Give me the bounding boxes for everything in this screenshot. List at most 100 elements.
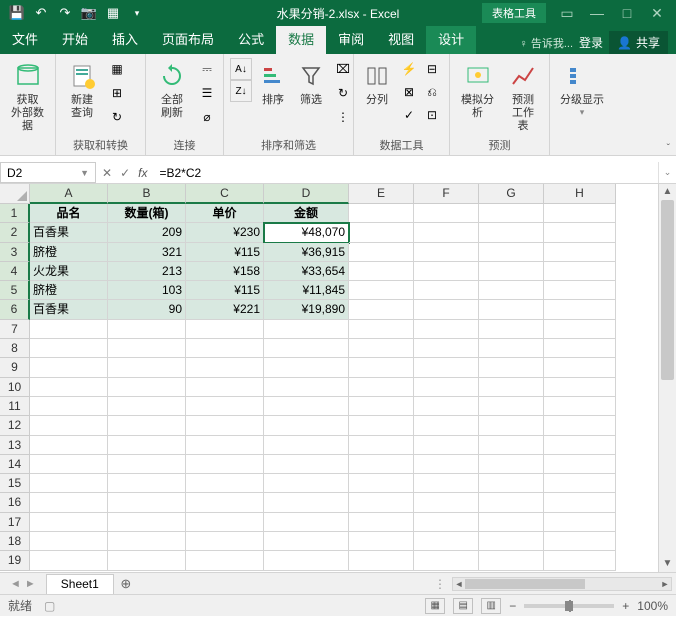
cell[interactable] bbox=[544, 474, 616, 493]
formula-input[interactable] bbox=[153, 162, 658, 183]
namebox-dropdown-icon[interactable]: ▼ bbox=[80, 168, 89, 178]
cell[interactable] bbox=[414, 455, 479, 474]
cell[interactable] bbox=[186, 436, 264, 455]
cell[interactable] bbox=[349, 243, 414, 262]
consolidate-icon[interactable]: ⊟ bbox=[421, 58, 443, 80]
maximize-icon[interactable]: □ bbox=[612, 0, 642, 26]
cell[interactable] bbox=[30, 455, 108, 474]
tell-me-search[interactable]: ♀ 告诉我... bbox=[520, 35, 573, 51]
cell[interactable] bbox=[544, 532, 616, 551]
sign-in-link[interactable]: 登录 bbox=[579, 34, 603, 51]
cell[interactable] bbox=[479, 532, 544, 551]
touch-mode-icon[interactable]: ▦ bbox=[102, 2, 124, 24]
cell[interactable]: 百香果 bbox=[30, 223, 108, 242]
cell[interactable] bbox=[30, 493, 108, 512]
cell[interactable]: ¥36,915 bbox=[264, 243, 349, 262]
cell[interactable] bbox=[414, 281, 479, 300]
cell[interactable]: ¥115 bbox=[186, 281, 264, 300]
cell[interactable] bbox=[479, 320, 544, 339]
cell[interactable] bbox=[349, 320, 414, 339]
cell[interactable] bbox=[544, 455, 616, 474]
horizontal-scrollbar[interactable]: ◄ ► bbox=[452, 577, 672, 591]
enter-formula-icon[interactable]: ✓ bbox=[120, 166, 130, 180]
column-header-C[interactable]: C bbox=[186, 184, 264, 204]
cell[interactable] bbox=[479, 204, 544, 223]
cell[interactable] bbox=[186, 513, 264, 532]
row-header[interactable]: 5 bbox=[0, 281, 30, 300]
text-to-columns-button[interactable]: 分列 bbox=[360, 58, 394, 109]
cell[interactable] bbox=[544, 493, 616, 512]
cell[interactable]: ¥158 bbox=[186, 262, 264, 281]
cell[interactable] bbox=[414, 243, 479, 262]
cell[interactable] bbox=[108, 397, 186, 416]
column-header-B[interactable]: B bbox=[108, 184, 186, 204]
cell[interactable] bbox=[108, 416, 186, 435]
normal-view-button[interactable]: ▦ bbox=[425, 598, 445, 614]
cell[interactable] bbox=[186, 339, 264, 358]
cell[interactable] bbox=[479, 300, 544, 319]
refresh-all-button[interactable]: 全部刷新 bbox=[152, 58, 192, 122]
sheet-nav-next-icon[interactable]: ► bbox=[25, 578, 36, 590]
select-all-button[interactable] bbox=[0, 184, 30, 204]
cell[interactable] bbox=[414, 474, 479, 493]
expand-formula-bar-icon[interactable]: ⌄ bbox=[658, 162, 676, 183]
cell[interactable] bbox=[30, 513, 108, 532]
cell[interactable]: ¥48,070 bbox=[264, 223, 349, 242]
row-header[interactable]: 9 bbox=[0, 358, 30, 377]
cell[interactable]: ¥115 bbox=[186, 243, 264, 262]
cell[interactable] bbox=[264, 493, 349, 512]
cell[interactable]: 脐橙 bbox=[30, 243, 108, 262]
cell[interactable] bbox=[349, 455, 414, 474]
cell[interactable] bbox=[186, 397, 264, 416]
tab-insert[interactable]: 插入 bbox=[100, 23, 150, 54]
cell[interactable]: 百香果 bbox=[30, 300, 108, 319]
cell[interactable] bbox=[264, 378, 349, 397]
cell[interactable] bbox=[479, 436, 544, 455]
row-header[interactable]: 19 bbox=[0, 551, 30, 570]
cell[interactable] bbox=[414, 436, 479, 455]
cell[interactable] bbox=[544, 551, 616, 570]
cell[interactable] bbox=[264, 358, 349, 377]
cell[interactable] bbox=[264, 532, 349, 551]
row-header[interactable]: 15 bbox=[0, 474, 30, 493]
data-validation-icon[interactable]: ✓ bbox=[398, 104, 420, 126]
cell[interactable] bbox=[479, 493, 544, 512]
row-header[interactable]: 18 bbox=[0, 532, 30, 551]
cell[interactable] bbox=[186, 493, 264, 512]
camera-icon[interactable]: 📷 bbox=[78, 2, 100, 24]
row-header[interactable]: 14 bbox=[0, 455, 30, 474]
cell[interactable] bbox=[479, 416, 544, 435]
row-header[interactable]: 1 bbox=[0, 204, 30, 223]
cell[interactable] bbox=[186, 551, 264, 570]
cell[interactable] bbox=[30, 532, 108, 551]
minimize-icon[interactable]: — bbox=[582, 0, 612, 26]
cell[interactable] bbox=[349, 339, 414, 358]
cell[interactable] bbox=[264, 397, 349, 416]
advanced-filter-icon[interactable]: ⋮ bbox=[332, 106, 354, 128]
scroll-down-icon[interactable]: ▼ bbox=[659, 556, 676, 572]
cell[interactable] bbox=[479, 281, 544, 300]
reapply-icon[interactable]: ↻ bbox=[332, 82, 354, 104]
row-header[interactable]: 13 bbox=[0, 436, 30, 455]
qat-dropdown-icon[interactable]: ▾ bbox=[126, 2, 148, 24]
cell[interactable] bbox=[264, 436, 349, 455]
cell[interactable]: 321 bbox=[108, 243, 186, 262]
vscroll-thumb[interactable] bbox=[661, 200, 674, 380]
cell[interactable] bbox=[479, 243, 544, 262]
zoom-in-button[interactable]: + bbox=[622, 599, 629, 613]
cell[interactable] bbox=[544, 300, 616, 319]
cell[interactable] bbox=[479, 474, 544, 493]
cell[interactable] bbox=[186, 532, 264, 551]
cell[interactable] bbox=[414, 532, 479, 551]
cell[interactable] bbox=[544, 513, 616, 532]
cell[interactable] bbox=[30, 416, 108, 435]
zoom-slider[interactable] bbox=[524, 604, 614, 608]
macro-record-icon[interactable]: ▢ bbox=[44, 599, 55, 613]
properties-icon[interactable]: ☰ bbox=[196, 82, 218, 104]
cell[interactable] bbox=[544, 281, 616, 300]
cell[interactable] bbox=[349, 397, 414, 416]
cell[interactable]: 品名 bbox=[30, 204, 108, 223]
row-header[interactable]: 16 bbox=[0, 493, 30, 512]
row-header[interactable]: 2 bbox=[0, 223, 30, 242]
recent-sources-icon[interactable]: ↻ bbox=[106, 106, 128, 128]
